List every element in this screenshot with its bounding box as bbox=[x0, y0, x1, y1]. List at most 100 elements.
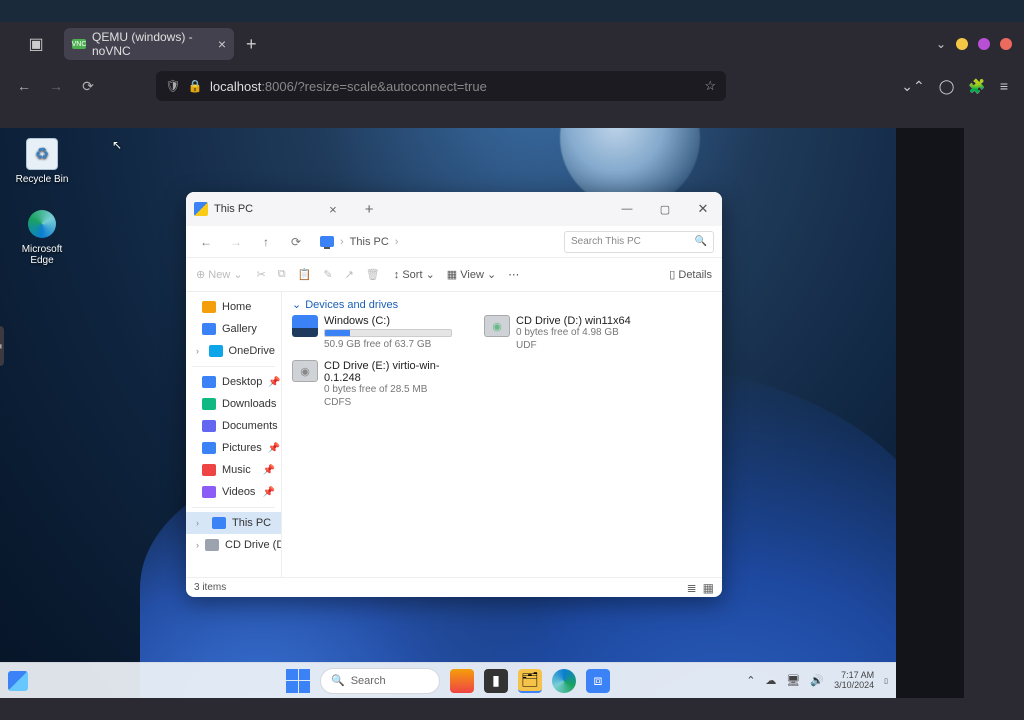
drive-item[interactable]: CD Drive (D:) win11x64 0 bytes free of 4… bbox=[484, 315, 660, 352]
desktop-edge[interactable]: Microsoft Edge bbox=[10, 208, 74, 266]
view-grid-icon[interactable]: ▦ bbox=[703, 581, 714, 595]
tray-notifications-icon[interactable]: ▯ bbox=[884, 677, 888, 685]
explorer-up-button[interactable]: ↑ bbox=[254, 230, 278, 254]
sidebar-item-pictures[interactable]: Pictures📌 bbox=[186, 437, 281, 459]
browser-toolbar: ← → ⟳ 🛡 🔒 localhost:8006/?resize=scale&a… bbox=[0, 66, 1024, 106]
start-button[interactable] bbox=[286, 669, 310, 693]
explorer-navbar: ← → ↑ ⟳ › This PC › Search This PC 🔍 bbox=[186, 226, 722, 258]
menu-icon[interactable]: ≡ bbox=[1000, 78, 1008, 95]
breadcrumb-segment[interactable]: This PC bbox=[350, 236, 389, 248]
sidebar-item-videos[interactable]: Videos📌 bbox=[186, 481, 281, 503]
taskbar[interactable]: 🔍 Search ▮ 🗂 ⧈ ⌃ ☁ 🖥 🔊 7:17 AM bbox=[0, 662, 896, 698]
tray-onedrive-icon[interactable]: ☁ bbox=[765, 674, 776, 687]
extensions-icon[interactable]: 🧩 bbox=[968, 78, 985, 95]
nav-reload-button[interactable]: ⟳ bbox=[74, 72, 102, 100]
copy-icon[interactable]: ⧉ bbox=[278, 268, 286, 281]
sidebar-item-downloads[interactable]: Downloads📌 bbox=[186, 393, 281, 415]
file-explorer-window[interactable]: This PC × + — ▢ ✕ ← → ↑ ⟳ bbox=[186, 192, 722, 597]
thispc-icon bbox=[320, 236, 334, 247]
explorer-refresh-button[interactable]: ⟳ bbox=[284, 230, 308, 254]
details-pane-button[interactable]: ▯ Details bbox=[669, 268, 712, 281]
view-list-icon[interactable]: ≣ bbox=[687, 581, 697, 595]
tab-close-icon[interactable]: × bbox=[218, 36, 226, 52]
drive-item[interactable]: CD Drive (E:) virtio-win-0.1.248 0 bytes… bbox=[292, 360, 468, 409]
sidebar-item-music[interactable]: Music📌 bbox=[186, 459, 281, 481]
drive-meta: 0 bytes free of 28.5 MB bbox=[324, 384, 468, 397]
search-placeholder: Search bbox=[351, 675, 386, 687]
window-close-button[interactable]: ✕ bbox=[684, 192, 722, 226]
explorer-tab-close-icon[interactable]: × bbox=[329, 202, 337, 217]
search-placeholder: Search This PC bbox=[571, 236, 641, 247]
sidebar-item-gallery[interactable]: Gallery bbox=[186, 318, 281, 340]
search-icon: 🔍 bbox=[695, 236, 707, 247]
desktop-recycle-bin[interactable]: Recycle Bin bbox=[10, 138, 74, 185]
paste-icon[interactable]: 📋 bbox=[298, 268, 312, 281]
sort-button[interactable]: ↕ Sort ⌄ bbox=[394, 268, 435, 281]
nav-forward-button[interactable]: → bbox=[42, 72, 70, 100]
sidebar-item-cddrive[interactable]: ›CD Drive (D:) wi bbox=[186, 534, 281, 556]
window-maximize-button[interactable]: ▢ bbox=[646, 192, 684, 226]
sidebar-item-onedrive[interactable]: ›OneDrive bbox=[186, 340, 281, 362]
more-button[interactable]: ⋯ bbox=[508, 268, 519, 281]
tray-network-icon[interactable]: 🔊 bbox=[810, 674, 824, 687]
window-minimize-button[interactable]: — bbox=[608, 192, 646, 226]
explorer-toolbar: ⊕ New ⌄ ✂ ⧉ 📋 ✎ ↗ 🗑 ↕ Sort ⌄ ▦ View ⌄ ⋯ bbox=[186, 258, 722, 292]
taskbar-edge[interactable] bbox=[552, 669, 576, 693]
explorer-titlebar[interactable]: This PC × + — ▢ ✕ bbox=[186, 192, 722, 226]
system-tray[interactable]: ⌃ ☁ 🖥 🔊 7:17 AM 3/10/2024 ▯ bbox=[746, 671, 888, 691]
toolbar-right: ⌄⌃ ◯ 🧩 ≡ bbox=[901, 78, 1014, 95]
nav-back-button[interactable]: ← bbox=[10, 72, 38, 100]
window-close-dot[interactable] bbox=[1000, 38, 1012, 50]
share-icon[interactable]: ↗ bbox=[345, 268, 354, 281]
section-header[interactable]: ⌄ Devices and drives bbox=[292, 298, 712, 311]
drive-meta: 0 bytes free of 4.98 GB bbox=[516, 327, 660, 340]
widgets-button[interactable] bbox=[8, 671, 28, 691]
browser-tab[interactable]: VNC QEMU (windows) - noVNC × bbox=[64, 28, 234, 60]
novnc-handle[interactable]: ◂ bbox=[0, 326, 4, 366]
taskbar-explorer[interactable]: ▮ bbox=[484, 669, 508, 693]
explorer-new-tab-button[interactable]: + bbox=[365, 201, 374, 218]
window-minimize-dot[interactable] bbox=[956, 38, 968, 50]
sidebar-item-thispc[interactable]: ›This PC bbox=[186, 512, 281, 534]
vnc-viewport[interactable]: ◂ Recycle Bin Microsoft Edge ↖ This PC × bbox=[0, 128, 964, 698]
bookmark-star-icon[interactable]: ☆ bbox=[704, 78, 716, 94]
browser-window: ▣ VNC QEMU (windows) - noVNC × + ⌄ ← → ⟳… bbox=[0, 22, 1024, 720]
explorer-forward-button[interactable]: → bbox=[224, 230, 248, 254]
explorer-statusbar: 3 items ≣ ▦ bbox=[186, 577, 722, 597]
sidebar-item-home[interactable]: Home bbox=[186, 296, 281, 318]
sidebar-toggle-icon[interactable]: ▣ bbox=[26, 34, 46, 54]
taskbar-search[interactable]: 🔍 Search bbox=[320, 668, 440, 694]
drive-item[interactable]: Windows (C:) 50.9 GB free of 63.7 GB bbox=[292, 315, 468, 352]
taskbar-explorer-active[interactable]: 🗂 bbox=[518, 669, 542, 693]
explorer-content[interactable]: ⌄ Devices and drives Windows (C:) 50.9 G… bbox=[282, 292, 722, 577]
delete-icon[interactable]: 🗑 bbox=[366, 268, 380, 281]
pocket-icon[interactable]: ⌄⌃ bbox=[901, 78, 924, 95]
new-tab-button[interactable]: + bbox=[246, 34, 257, 55]
drive-icon bbox=[292, 360, 318, 382]
cut-icon[interactable]: ✂ bbox=[257, 268, 266, 281]
account-icon[interactable]: ◯ bbox=[939, 78, 955, 95]
explorer-back-button[interactable]: ← bbox=[194, 230, 218, 254]
tabs-overflow-icon[interactable]: ⌄ bbox=[936, 37, 946, 51]
tab-title: QEMU (windows) - noVNC bbox=[92, 30, 218, 58]
sidebar-item-documents[interactable]: Documents📌 bbox=[186, 415, 281, 437]
thispc-icon bbox=[194, 202, 208, 216]
shield-icon[interactable]: 🛡 bbox=[166, 79, 180, 93]
tray-chevron-icon[interactable]: ⌃ bbox=[746, 674, 755, 687]
rename-icon[interactable]: ✎ bbox=[323, 268, 332, 281]
window-maximize-dot[interactable] bbox=[978, 38, 990, 50]
explorer-sidebar: Home Gallery ›OneDrive Desktop📌 Download… bbox=[186, 292, 282, 577]
tray-display-icon[interactable]: 🖥 bbox=[786, 674, 800, 687]
sidebar-item-desktop[interactable]: Desktop📌 bbox=[186, 371, 281, 393]
item-count: 3 items bbox=[194, 582, 226, 593]
taskbar-store[interactable]: ⧈ bbox=[586, 669, 610, 693]
taskbar-taskview[interactable] bbox=[450, 669, 474, 693]
tray-clock[interactable]: 7:17 AM 3/10/2024 bbox=[834, 671, 874, 691]
breadcrumb[interactable]: › This PC › bbox=[320, 236, 558, 248]
lock-icon[interactable]: 🔒 bbox=[188, 79, 202, 93]
new-button[interactable]: ⊕ New ⌄ bbox=[196, 268, 243, 281]
explorer-search-input[interactable]: Search This PC 🔍 bbox=[564, 231, 714, 253]
address-bar[interactable]: 🛡 🔒 localhost:8006/?resize=scale&autocon… bbox=[156, 71, 726, 101]
view-button[interactable]: ▦ View ⌄ bbox=[447, 268, 496, 281]
desktop-icon-label: Microsoft Edge bbox=[10, 244, 74, 266]
